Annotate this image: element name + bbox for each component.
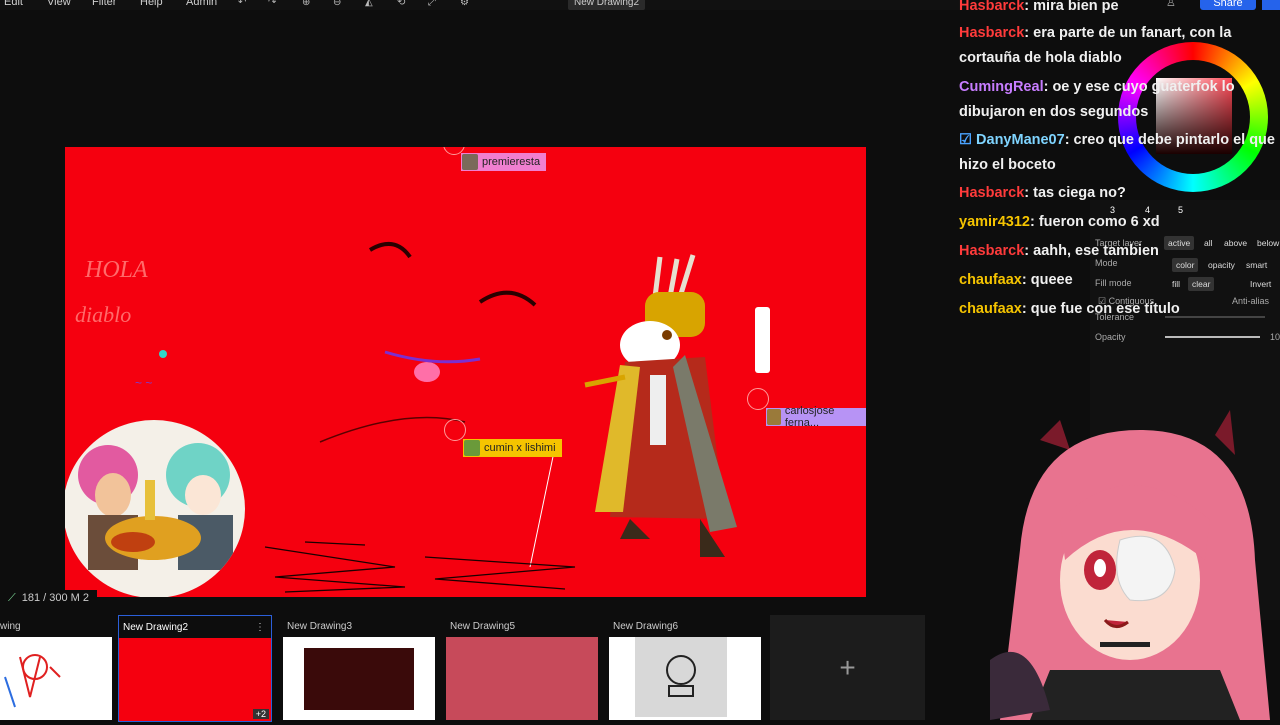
- undo-icon[interactable]: ↶: [238, 0, 246, 8]
- inca-guinea-pig-drawing: [584, 254, 737, 557]
- brush-icon: ⟋: [8, 591, 16, 604]
- avatar: [767, 409, 781, 425]
- tab-new-drawing5[interactable]: New Drawing5: [446, 615, 598, 720]
- svg-text:HOLA: HOLA: [84, 257, 148, 283]
- tab-new-drawing3[interactable]: New Drawing3: [283, 615, 435, 720]
- menu-help[interactable]: Help: [140, 0, 163, 8]
- chat-message: yamir4312: fueron como 6 xd: [959, 214, 1160, 230]
- add-tab-button[interactable]: +: [770, 615, 925, 720]
- zoom-out-icon[interactable]: ⊖: [333, 0, 341, 8]
- chat-text: mira bien pe: [1033, 0, 1119, 14]
- zoom-in-icon[interactable]: ⊕: [302, 0, 310, 8]
- chat-message: Hasbarck: aahh, ese tambien: [959, 243, 1159, 259]
- chat-username: yamir4312: [959, 214, 1030, 230]
- opacity-slider[interactable]: [1165, 336, 1260, 338]
- counter-text: 181 / 300 M 2: [21, 592, 89, 604]
- chat-username: Hasbarck: [959, 25, 1025, 41]
- redo-icon[interactable]: ↷: [268, 0, 276, 8]
- user-cursor-name: carlosjose ferna...: [784, 405, 835, 429]
- chat-message: chaufaax: queee: [959, 272, 1073, 288]
- chat-username: Hasbarck: [959, 0, 1025, 14]
- user-cursor-ring: [747, 388, 769, 410]
- rotate-icon[interactable]: ⟲: [397, 0, 405, 8]
- user-cursor-tag: premieresta: [461, 153, 547, 171]
- document-title: New Drawing2: [568, 0, 646, 10]
- svg-text:diablo: diablo: [75, 302, 131, 327]
- tab-thumbnail: [283, 637, 435, 720]
- tab-label: New Drawing5: [450, 621, 516, 632]
- user-cursor-ring: [444, 419, 466, 441]
- drawing-canvas[interactable]: HOLA diablo ~ ~ premieresta cumin x lish…: [65, 147, 866, 597]
- chat-username: CumingReal: [959, 79, 1044, 95]
- stream-overlay-circle-image: [65, 420, 245, 597]
- menu-edit[interactable]: Edit: [4, 0, 23, 8]
- chat-message: CumingReal: oe y ese cuyo guaterfok lo d…: [959, 79, 1235, 120]
- tab-label: New Drawing2: [123, 622, 189, 633]
- chat-message: Hasbarck: tas ciega no?: [959, 185, 1126, 201]
- svg-text:~ ~: ~ ~: [135, 376, 152, 390]
- drawing-tabs: wing New Drawing2 ⋮ +2 New Drawing3 New …: [0, 615, 960, 722]
- tab-menu-icon[interactable]: ⋮: [255, 622, 265, 633]
- settings-icon[interactable]: ⚙: [460, 0, 469, 8]
- menu-admin[interactable]: Admin: [186, 0, 217, 8]
- session-counter: ⟋ 181 / 300 M 2: [0, 590, 97, 606]
- tab-drawing[interactable]: wing: [0, 615, 112, 720]
- menu-view[interactable]: View: [47, 0, 71, 8]
- chat-username: chaufaax: [959, 272, 1022, 288]
- tab-thumbnail: [446, 637, 598, 720]
- chat-message: ☑ DanyMane07: creo que debe pintarlo el …: [959, 132, 1275, 173]
- chat-text: tas ciega no?: [1033, 185, 1126, 201]
- chat-username: Hasbarck: [959, 185, 1025, 201]
- chat-text: fueron como 6 xd: [1038, 214, 1160, 230]
- tab-label: wing: [0, 621, 21, 632]
- chat-message: Hasbarck: mira bien pe: [959, 0, 1119, 14]
- chat-overlay: Hasbarck: mira bien pe Hasbarck: era par…: [955, 0, 1280, 330]
- plus-icon: +: [839, 651, 856, 683]
- tab-new-drawing2[interactable]: New Drawing2 ⋮ +2: [118, 615, 272, 722]
- chat-username: Hasbarck: [959, 243, 1025, 259]
- chat-text: que fue con ese título: [1030, 301, 1180, 317]
- verified-badge-icon: ☑: [959, 132, 972, 148]
- opacity-label: Opacity: [1095, 332, 1126, 342]
- chat-message: Hasbarck: era parte de un fanart, con la…: [959, 25, 1232, 66]
- tab-new-drawing6[interactable]: New Drawing6: [609, 615, 761, 720]
- tab-label: New Drawing3: [287, 621, 353, 632]
- chat-message: chaufaax: que fue con ese título: [959, 301, 1180, 317]
- user-cursor-name: premieresta: [482, 156, 541, 168]
- avatar: [462, 154, 478, 170]
- user-cursor-tag: cumin x lishimi: [463, 439, 562, 457]
- user-cursor-tag: carlosjose ferna...: [766, 405, 866, 429]
- tab-thumbnail: [0, 637, 112, 720]
- flip-icon[interactable]: ◭: [365, 0, 373, 8]
- tab-badge: +2: [252, 709, 269, 719]
- vtuber-avatar: [990, 410, 1280, 720]
- opacity-value: 10: [1270, 332, 1280, 342]
- chat-username: chaufaax: [959, 301, 1022, 317]
- user-cursor-name: cumin x lishimi: [484, 442, 556, 454]
- tab-thumbnail: [609, 637, 761, 720]
- fit-icon[interactable]: ⤢: [428, 0, 436, 8]
- tab-label: New Drawing6: [613, 621, 679, 632]
- chat-username: DanyMane07: [976, 132, 1065, 148]
- avatar: [464, 440, 480, 456]
- chat-text: queee: [1030, 272, 1073, 288]
- menu-filter[interactable]: Filter: [92, 0, 116, 8]
- chat-text: aahh, ese tambien: [1033, 243, 1159, 259]
- menu-bar: Edit View Filter Help Admin ↶ ↷ ⊕ ⊖ ◭ ⟲ …: [0, 0, 960, 10]
- tab-thumbnail: +2: [119, 638, 271, 721]
